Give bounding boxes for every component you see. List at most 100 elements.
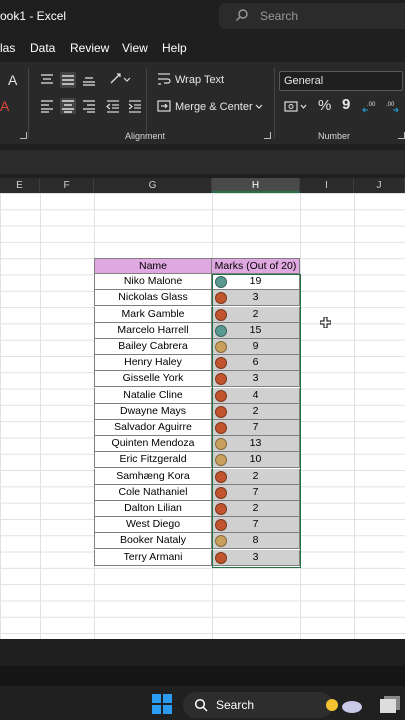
table-row: Mark Gamble 2 — [94, 306, 301, 323]
align-bottom-icon[interactable] — [82, 73, 96, 87]
table-row: Salvador Aguirre 7 — [94, 420, 301, 436]
marks-value: 3 — [252, 291, 259, 304]
align-center-icon[interactable] — [60, 98, 76, 114]
marks-cell[interactable]: 2 — [212, 468, 300, 485]
name-cell[interactable]: Quinten Mendoza — [94, 436, 212, 453]
name-cell[interactable]: Dwayne Mays — [94, 403, 212, 420]
marks-cell[interactable]: 13 — [212, 436, 300, 453]
status-dot-icon — [215, 276, 227, 289]
column-header-j[interactable]: J — [354, 178, 405, 193]
tab-help[interactable]: Help — [162, 41, 187, 55]
percent-style-button[interactable]: % — [318, 97, 331, 114]
marks-cell[interactable]: 2 — [212, 403, 300, 420]
name-cell[interactable]: Mark Gamble — [94, 306, 212, 323]
taskbar-search[interactable]: Search — [183, 692, 333, 718]
task-view-icon[interactable] — [378, 694, 402, 714]
marks-cell[interactable]: 10 — [212, 452, 300, 469]
marks-cell[interactable]: 4 — [212, 387, 300, 404]
taskbar-search-label: Search — [216, 698, 255, 712]
marks-value: 7 — [252, 518, 259, 531]
column-header-h[interactable]: H — [212, 178, 300, 193]
name-header-cell[interactable]: Name — [94, 258, 212, 274]
wrap-text-button[interactable]: Wrap Text — [175, 74, 224, 86]
column-header-i[interactable]: I — [300, 178, 354, 193]
marks-cell[interactable]: 9 — [212, 339, 300, 355]
windows-start-icon[interactable] — [152, 694, 172, 714]
number-format-value: General — [284, 75, 324, 87]
name-cell[interactable]: Henry Haley — [94, 355, 212, 372]
marks-cell[interactable]: 3 — [212, 549, 300, 566]
align-middle-icon[interactable] — [60, 72, 76, 88]
align-left-icon[interactable] — [40, 99, 54, 113]
marks-value: 3 — [252, 372, 259, 385]
merge-center-button[interactable]: Merge & Center — [175, 101, 253, 113]
table-row: Terry Armani 3 — [94, 549, 301, 566]
marks-cell[interactable]: 3 — [212, 290, 300, 307]
name-cell[interactable]: Eric Fitzgerald — [94, 452, 212, 469]
marks-cell[interactable]: 7 — [212, 420, 300, 436]
marks-cell[interactable]: 7 — [212, 484, 300, 501]
marks-cell[interactable]: 8 — [212, 533, 300, 550]
marks-value: 2 — [252, 307, 259, 320]
name-cell[interactable]: Cole Nathaniel — [94, 484, 212, 501]
name-cell[interactable]: West Diego — [94, 517, 212, 534]
dialog-launcher-icon[interactable] — [20, 132, 27, 139]
column-header-g[interactable]: G — [94, 178, 212, 193]
increase-decimal-icon[interactable]: .00 — [362, 99, 380, 113]
dialog-launcher-icon[interactable] — [264, 132, 271, 139]
marks-value: 10 — [249, 453, 262, 466]
font-color-button[interactable]: A — [0, 98, 9, 114]
comma-style-button[interactable]: 9 — [342, 96, 350, 113]
marks-value: 2 — [252, 404, 259, 417]
status-dot-icon — [215, 405, 227, 418]
increase-font-button[interactable]: A — [8, 72, 17, 88]
name-cell[interactable]: Dalton Lilian — [94, 501, 212, 517]
name-cell[interactable]: Nickolas Glass — [94, 290, 212, 307]
name-cell[interactable]: Marcelo Harrell — [94, 322, 212, 339]
name-cell[interactable]: Terry Armani — [94, 549, 212, 566]
marks-value: 2 — [252, 469, 259, 482]
decrease-decimal-icon[interactable]: .00 — [385, 99, 403, 113]
column-header-e[interactable]: E — [0, 178, 40, 193]
accounting-format-icon[interactable] — [284, 100, 308, 114]
tab-data[interactable]: Data — [30, 41, 55, 55]
weather-widget-icon[interactable] — [322, 695, 366, 715]
name-cell[interactable]: Bailey Cabrera — [94, 339, 212, 355]
marks-cell[interactable]: 7 — [212, 517, 300, 534]
name-cell[interactable]: Natalie Cline — [94, 387, 212, 404]
column-header-f[interactable]: F — [40, 178, 94, 193]
name-cell[interactable]: Booker Nataly — [94, 533, 212, 550]
status-dot-icon — [215, 503, 227, 515]
marks-cell[interactable]: 15 — [212, 322, 300, 339]
align-top-icon[interactable] — [40, 72, 54, 86]
marks-cell[interactable]: 6 — [212, 355, 300, 372]
decrease-indent-icon[interactable] — [106, 99, 120, 113]
orientation-icon[interactable] — [108, 71, 132, 87]
marks-cell[interactable]: 2 — [212, 306, 300, 323]
status-dot-icon — [215, 357, 227, 370]
tab-review[interactable]: Review — [70, 41, 109, 55]
marks-cell[interactable]: 3 — [212, 371, 300, 388]
marks-value: 13 — [249, 437, 262, 450]
number-format-select[interactable]: General — [279, 71, 403, 91]
divider — [146, 68, 147, 138]
marks-cell[interactable]: 19 — [212, 274, 300, 291]
marks-header-cell[interactable]: Marks (Out of 20) — [212, 258, 300, 274]
grid-line — [354, 193, 355, 639]
name-cell[interactable]: Salvador Aguirre — [94, 420, 212, 436]
tab-view[interactable]: View — [122, 41, 148, 55]
name-cell[interactable]: Samhæng Kora — [94, 468, 212, 485]
search-icon — [194, 698, 208, 712]
increase-indent-icon[interactable] — [128, 99, 142, 113]
marks-value: 6 — [252, 356, 259, 369]
title-search-box[interactable]: Search — [219, 3, 405, 29]
table-row: Samhæng Kora 2 — [94, 468, 301, 485]
marks-cell[interactable]: 2 — [212, 501, 300, 517]
tab-formulas[interactable]: las — [0, 41, 15, 55]
marks-value: 7 — [252, 485, 259, 498]
name-cell[interactable]: Gisselle York — [94, 371, 212, 388]
align-right-icon[interactable] — [82, 99, 96, 113]
name-cell[interactable]: Niko Malone — [94, 274, 212, 291]
dialog-launcher-icon[interactable] — [398, 132, 405, 139]
chevron-down-icon[interactable] — [255, 104, 263, 110]
